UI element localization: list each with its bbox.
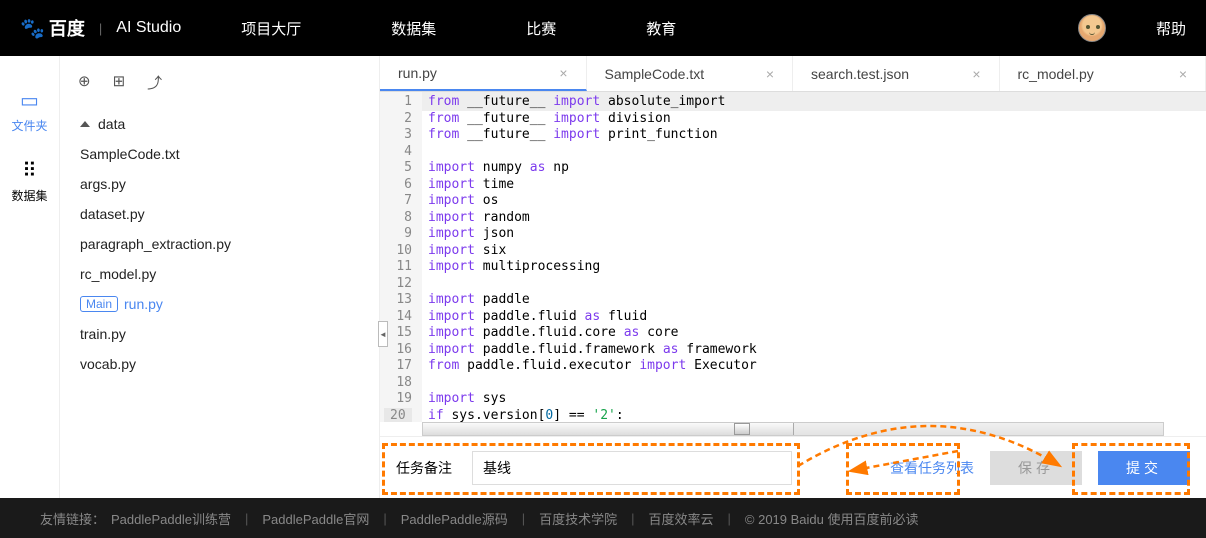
logo-area[interactable]: 🐾 百度 | AI Studio — [20, 15, 181, 41]
sidebar-files-label: 文件夹 — [11, 119, 47, 133]
footer-link[interactable]: PaddlePaddle源码 — [401, 509, 508, 528]
submit-button[interactable]: 提交 — [1098, 451, 1190, 485]
file-panel: ⊕ ⊞ ⤴ data SampleCode.txt args.py datase… — [60, 56, 380, 498]
footer-link[interactable]: PaddlePaddle训练营 — [111, 509, 231, 528]
file-item[interactable]: vocab.py — [74, 349, 365, 379]
footer-link[interactable]: 百度技术学院 — [539, 509, 617, 528]
file-item[interactable]: SampleCode.txt — [74, 139, 365, 169]
upload-icon[interactable]: ⤴ — [147, 72, 162, 93]
save-button[interactable]: 保存 — [990, 451, 1082, 485]
collapse-handle-icon[interactable] — [378, 321, 388, 347]
logo-studio-text: AI Studio — [116, 19, 181, 37]
file-item-main[interactable]: Main run.py — [74, 289, 365, 319]
nav-education[interactable]: 教育 — [646, 18, 676, 39]
newfolder-icon[interactable]: ⊞ — [113, 72, 126, 93]
scrollbar-thumb[interactable] — [734, 423, 750, 435]
nav-items: 项目大厅 数据集 比赛 教育 — [241, 18, 676, 39]
logo-baidu-text: 百度 — [49, 15, 85, 41]
nav-help[interactable]: 帮助 — [1156, 18, 1186, 39]
close-icon[interactable]: × — [559, 65, 567, 81]
tab-label: search.test.json — [811, 66, 909, 82]
footer-prefix: 友情链接： — [40, 509, 105, 528]
tab-label: SampleCode.txt — [605, 66, 705, 82]
file-item[interactable]: args.py — [74, 169, 365, 199]
task-note-label: 任务备注 — [396, 458, 452, 478]
task-note-input[interactable] — [472, 451, 792, 485]
sidebar-tab-files[interactable]: ▭ 文件夹 — [0, 76, 59, 146]
editor-area: run.py × SampleCode.txt × search.test.js… — [380, 56, 1206, 498]
icon-sidebar: ▭ 文件夹 ⠿ 数据集 — [0, 56, 60, 498]
tab-samplecode[interactable]: SampleCode.txt × — [587, 56, 794, 91]
horizontal-scrollbar[interactable] — [422, 422, 1164, 436]
file-item[interactable]: train.py — [74, 319, 365, 349]
file-folder-data[interactable]: data — [74, 109, 365, 139]
top-nav: 🐾 百度 | AI Studio 项目大厅 数据集 比赛 教育 帮助 — [0, 0, 1206, 56]
folder-icon: ▭ — [0, 88, 59, 113]
grid-icon: ⠿ — [0, 158, 59, 183]
code-gutter: 1234567891011121314151617181920 ▸2122232… — [380, 92, 422, 422]
tab-search-test[interactable]: search.test.json × — [793, 56, 1000, 91]
logo-baidu: 🐾 百度 — [20, 15, 85, 41]
logo-divider: | — [99, 21, 102, 36]
file-item[interactable]: rc_model.py — [74, 259, 365, 289]
nav-competitions[interactable]: 比赛 — [526, 18, 556, 39]
main-file-name: run.py — [124, 296, 163, 312]
nav-right: 帮助 — [1078, 14, 1186, 42]
code-editor[interactable]: 1234567891011121314151617181920 ▸2122232… — [380, 92, 1206, 422]
file-item[interactable]: paragraph_extraction.py — [74, 229, 365, 259]
nav-projects[interactable]: 项目大厅 — [241, 18, 301, 39]
footer-link[interactable]: PaddlePaddle官网 — [262, 509, 369, 528]
close-icon[interactable]: × — [1179, 66, 1187, 82]
avatar[interactable] — [1078, 14, 1106, 42]
paw-icon: 🐾 — [20, 16, 45, 41]
tab-label: rc_model.py — [1018, 66, 1094, 82]
view-tasks-link[interactable]: 查看任务列表 — [890, 458, 974, 478]
editor-tabs: run.py × SampleCode.txt × search.test.js… — [380, 56, 1206, 92]
sidebar-datasets-label: 数据集 — [11, 189, 47, 203]
code-content[interactable]: from __future__ import absolute_importfr… — [422, 92, 1206, 422]
file-toolbar: ⊕ ⊞ ⤴ — [60, 68, 379, 109]
action-bar: 任务备注 查看任务列表 保存 提交 — [380, 436, 1206, 498]
footer: 友情链接： PaddlePaddle训练营| PaddlePaddle官网| P… — [0, 498, 1206, 538]
footer-copyright: © 2019 Baidu 使用百度前必读 — [745, 509, 919, 528]
tab-label: run.py — [398, 65, 437, 81]
close-icon[interactable]: × — [972, 66, 980, 82]
nav-datasets[interactable]: 数据集 — [391, 18, 436, 39]
tab-run-py[interactable]: run.py × — [380, 56, 587, 91]
newfile-icon[interactable]: ⊕ — [78, 72, 91, 93]
tab-rc-model[interactable]: rc_model.py × — [1000, 56, 1206, 91]
file-list: data SampleCode.txt args.py dataset.py p… — [60, 109, 379, 379]
main-area: ▭ 文件夹 ⠿ 数据集 ⊕ ⊞ ⤴ data SampleCode.txt ar… — [0, 56, 1206, 498]
close-icon[interactable]: × — [766, 66, 774, 82]
footer-link[interactable]: 百度效率云 — [649, 509, 714, 528]
sidebar-tab-datasets[interactable]: ⠿ 数据集 — [0, 146, 59, 216]
main-tag: Main — [80, 296, 118, 312]
file-item[interactable]: dataset.py — [74, 199, 365, 229]
